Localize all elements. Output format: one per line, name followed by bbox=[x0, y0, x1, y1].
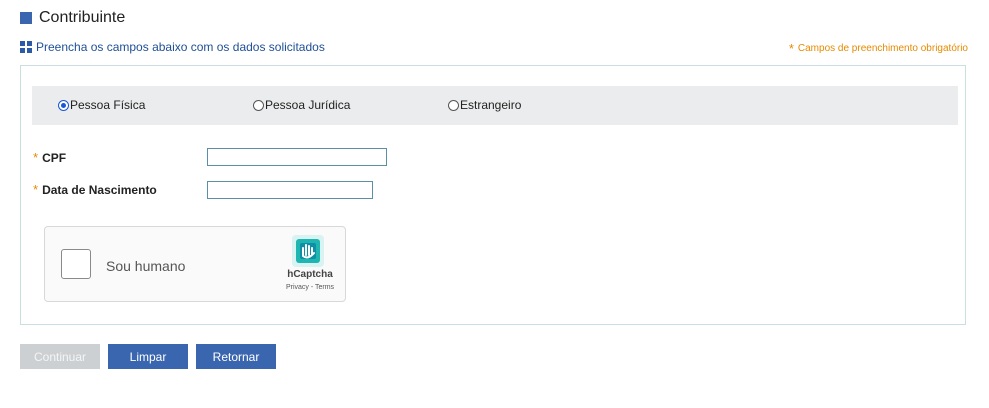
captcha-brand: hCaptcha bbox=[287, 269, 333, 280]
captcha-links[interactable]: Privacy - Terms bbox=[281, 284, 339, 291]
captcha-checkbox[interactable] bbox=[61, 249, 91, 279]
required-fields-note: * Campos de preenchimento obrigatório bbox=[789, 41, 968, 56]
page-title: Contribuinte bbox=[39, 9, 126, 26]
radio-label: Pessoa Física bbox=[70, 98, 146, 112]
radio-estrangeiro[interactable]: Estrangeiro bbox=[448, 98, 521, 112]
page-header: Contribuinte bbox=[20, 9, 125, 27]
continue-button[interactable]: Continuar bbox=[20, 344, 100, 369]
captcha-widget: Sou humano hCaptcha Privacy - Terms bbox=[44, 226, 346, 302]
asterisk-icon: * bbox=[788, 41, 794, 56]
back-button[interactable]: Retornar bbox=[196, 344, 276, 369]
instructions-text: Preencha os campos abaixo com os dados s… bbox=[36, 40, 325, 54]
birth-date-label-row: * Data de Nascimento bbox=[33, 182, 157, 197]
grid-icon bbox=[20, 41, 32, 53]
square-icon bbox=[20, 12, 32, 24]
radio-label: Pessoa Jurídica bbox=[265, 98, 351, 112]
captcha-label: Sou humano bbox=[106, 258, 186, 274]
clear-button[interactable]: Limpar bbox=[108, 344, 188, 369]
required-note-text: Campos de preenchimento obrigatório bbox=[797, 43, 968, 54]
cpf-label: CPF bbox=[42, 150, 67, 165]
birth-date-label: Data de Nascimento bbox=[42, 182, 157, 197]
contributor-form: Pessoa Física Pessoa Jurídica Estrangeir… bbox=[20, 65, 966, 325]
birth-date-input[interactable] bbox=[207, 181, 373, 199]
radio-checked-icon[interactable] bbox=[58, 99, 69, 111]
asterisk-icon: * bbox=[33, 182, 39, 197]
hcaptcha-logo-icon bbox=[292, 235, 324, 267]
form-instructions: Preencha os campos abaixo com os dados s… bbox=[20, 40, 325, 54]
radio-label: Estrangeiro bbox=[460, 98, 522, 112]
radio-pessoa-fisica[interactable]: Pessoa Física bbox=[58, 98, 145, 112]
cpf-input[interactable] bbox=[207, 148, 387, 166]
cpf-label-row: * CPF bbox=[33, 150, 66, 165]
radio-unchecked-icon[interactable] bbox=[253, 99, 264, 111]
radio-unchecked-icon[interactable] bbox=[448, 99, 459, 111]
radio-pessoa-juridica[interactable]: Pessoa Jurídica bbox=[253, 98, 350, 112]
person-type-selector: Pessoa Física Pessoa Jurídica Estrangeir… bbox=[32, 86, 958, 125]
asterisk-icon: * bbox=[33, 150, 39, 165]
